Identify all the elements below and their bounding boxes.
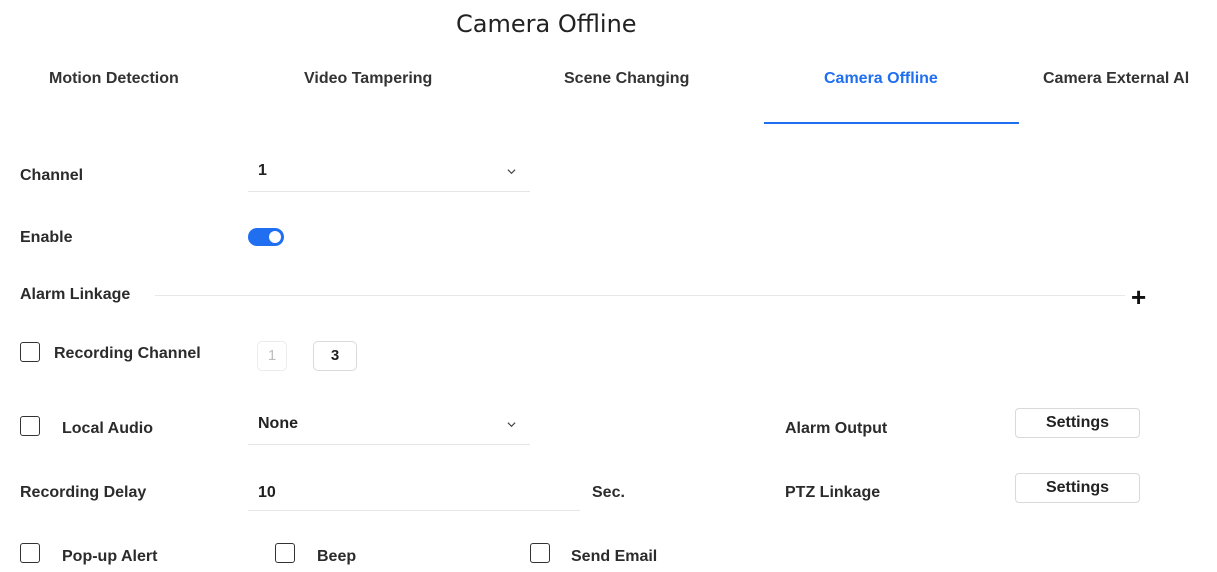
beep-checkbox[interactable] bbox=[275, 543, 295, 563]
add-icon[interactable]: + bbox=[1131, 284, 1146, 310]
alarm-linkage-divider bbox=[155, 295, 1125, 296]
recording-delay-unit: Sec. bbox=[592, 484, 625, 501]
enable-label: Enable bbox=[20, 229, 73, 246]
channel-select-value: 1 bbox=[258, 162, 267, 179]
tab-video-tampering[interactable]: Video Tampering bbox=[304, 70, 432, 88]
alarm-linkage-label: Alarm Linkage bbox=[20, 286, 131, 303]
tab-motion-detection[interactable]: Motion Detection bbox=[49, 70, 179, 88]
local-audio-select[interactable]: None bbox=[248, 410, 530, 445]
recording-channel-checkbox[interactable] bbox=[20, 342, 40, 362]
local-audio-select-value: None bbox=[258, 415, 298, 432]
chevron-down-icon bbox=[507, 422, 516, 428]
chevron-down-icon bbox=[507, 169, 516, 175]
page-title: Camera Offline bbox=[456, 10, 637, 38]
recording-channel-option-3[interactable]: 3 bbox=[313, 341, 357, 371]
tab-camera-external-al[interactable]: Camera External Al bbox=[1043, 70, 1189, 88]
beep-label: Beep bbox=[317, 548, 357, 565]
alarm-output-label: Alarm Output bbox=[785, 420, 888, 437]
send-email-label: Send Email bbox=[571, 548, 658, 565]
toggle-knob bbox=[269, 231, 281, 243]
active-tab-indicator bbox=[764, 122, 1019, 124]
recording-delay-label: Recording Delay bbox=[20, 484, 147, 501]
recording-delay-value: 10 bbox=[258, 484, 276, 501]
local-audio-checkbox[interactable] bbox=[20, 416, 40, 436]
local-audio-label: Local Audio bbox=[62, 420, 153, 437]
ptz-linkage-settings-button[interactable]: Settings bbox=[1015, 473, 1140, 503]
recording-channel-option-1: 1 bbox=[257, 341, 287, 371]
enable-toggle[interactable] bbox=[248, 228, 284, 246]
tab-camera-offline[interactable]: Camera Offline bbox=[824, 70, 938, 88]
channel-label: Channel bbox=[20, 167, 84, 184]
alarm-output-settings-button[interactable]: Settings bbox=[1015, 408, 1140, 438]
channel-select[interactable]: 1 bbox=[248, 157, 530, 192]
send-email-checkbox[interactable] bbox=[530, 543, 550, 563]
ptz-linkage-label: PTZ Linkage bbox=[785, 484, 881, 501]
recording-channel-label: Recording Channel bbox=[54, 345, 201, 362]
popup-alert-checkbox[interactable] bbox=[20, 543, 40, 563]
recording-delay-input[interactable]: 10 bbox=[248, 480, 580, 511]
tab-scene-changing[interactable]: Scene Changing bbox=[564, 70, 689, 88]
popup-alert-label: Pop-up Alert bbox=[62, 548, 158, 565]
